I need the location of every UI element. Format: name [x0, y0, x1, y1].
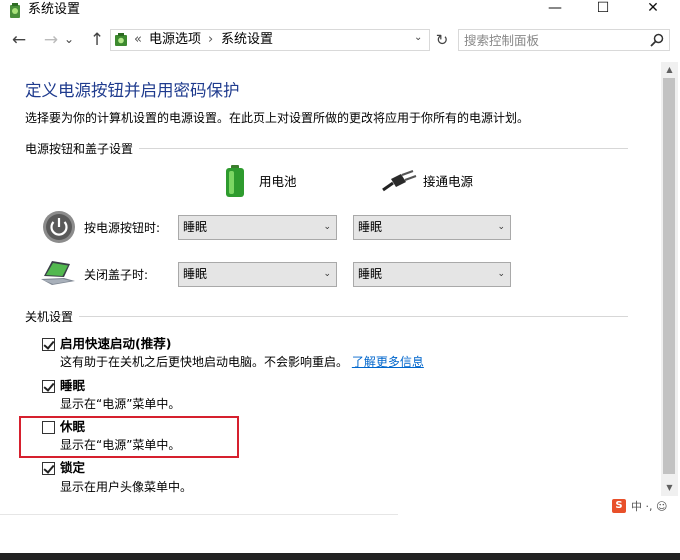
power-plug-icon — [382, 170, 417, 192]
refresh-button[interactable]: ↻ — [433, 29, 451, 51]
learn-more-link[interactable]: 了解更多信息 — [352, 355, 424, 369]
select-value: 睡眠 — [358, 267, 383, 281]
sleep-description: 显示在“电源”菜单中。 — [60, 397, 181, 411]
laptop-lid-icon — [41, 261, 75, 285]
up-button[interactable]: ↑ — [86, 30, 108, 50]
search-input[interactable] — [464, 31, 644, 49]
fast-startup-description: 这有助于在关机之后更快地启动电脑。不会影响重启。 了解更多信息 — [60, 354, 424, 370]
section-divider — [25, 316, 628, 317]
chevron-down-icon: ⌄ — [497, 222, 505, 232]
forward-button[interactable]: → — [40, 30, 62, 50]
search-icon[interactable] — [649, 32, 665, 48]
lock-checkbox[interactable] — [42, 462, 55, 475]
close-button[interactable]: ✕ — [630, 0, 676, 18]
ime-toolbar[interactable]: 中 ·, ☺ — [631, 500, 667, 514]
minimize-button[interactable]: — — [532, 0, 578, 18]
select-value: 睡眠 — [358, 220, 383, 234]
lock-label[interactable]: 锁定 — [60, 460, 85, 476]
fast-startup-checkbox[interactable] — [42, 338, 55, 351]
scroll-up-arrow[interactable]: ▲ — [661, 62, 678, 78]
breadcrumb-power-options[interactable]: 电源选项 — [149, 30, 201, 50]
sleep-checkbox[interactable] — [42, 380, 55, 393]
select-value: 睡眠 — [183, 220, 208, 234]
control-panel-icon — [115, 33, 127, 46]
breadcrumb-overflow[interactable]: « — [134, 30, 142, 50]
lid-close-battery-select[interactable]: 睡眠 ⌄ — [178, 262, 337, 287]
sleep-label[interactable]: 睡眠 — [60, 378, 85, 394]
breadcrumb-system-settings[interactable]: 系统设置 — [221, 30, 273, 50]
window-title: 系统设置 — [28, 2, 81, 17]
maximize-button[interactable]: ☐ — [580, 0, 626, 18]
lid-close-plugged-select[interactable]: 睡眠 ⌄ — [353, 262, 511, 287]
battery-icon — [226, 165, 244, 197]
power-options-icon — [10, 3, 20, 18]
shutdown-section-label: 关机设置 — [25, 309, 80, 325]
lock-description: 显示在用户头像菜单中。 — [60, 480, 193, 494]
recent-locations-button[interactable]: ⌄ — [62, 29, 76, 49]
taskbar-edge — [0, 553, 680, 560]
scroll-down-arrow[interactable]: ▼ — [661, 480, 678, 496]
lid-close-row-label: 关闭盖子时: — [84, 268, 149, 282]
fast-startup-desc-text: 这有助于在关机之后更快地启动电脑。不会影响重启。 — [60, 355, 349, 369]
select-value: 睡眠 — [183, 267, 208, 281]
ime-logo-icon[interactable]: S — [612, 499, 626, 513]
plugged-in-column-header: 接通电源 — [423, 174, 474, 189]
scrollbar-thumb[interactable] — [663, 78, 675, 474]
highlight-box — [19, 416, 239, 458]
page-title: 定义电源按钮并启用密码保护 — [25, 81, 240, 100]
battery-column-header: 用电池 — [259, 174, 297, 189]
power-button-row-label: 按电源按钮时: — [84, 221, 161, 235]
chevron-down-icon: ⌄ — [323, 222, 331, 232]
address-dropdown-button[interactable]: ⌄ — [414, 32, 422, 43]
power-button-battery-select[interactable]: 睡眠 ⌄ — [178, 215, 337, 240]
back-button[interactable]: ← — [8, 30, 30, 50]
power-button-icon — [43, 211, 75, 243]
power-button-plugged-select[interactable]: 睡眠 ⌄ — [353, 215, 511, 240]
fast-startup-label[interactable]: 启用快速启动(推荐) — [60, 336, 171, 352]
chevron-down-icon: ⌄ — [497, 269, 505, 279]
search-box[interactable] — [458, 29, 670, 51]
footer-divider — [0, 514, 398, 515]
power-section-label: 电源按钮和盖子设置 — [25, 141, 140, 157]
breadcrumb-separator[interactable]: › — [208, 30, 213, 50]
chevron-down-icon: ⌄ — [323, 269, 331, 279]
title-bar — [0, 0, 680, 22]
page-description: 选择要为你的计算机设置的电源设置。在此页上对设置所做的更改将应用于你所有的电源计… — [25, 111, 530, 125]
